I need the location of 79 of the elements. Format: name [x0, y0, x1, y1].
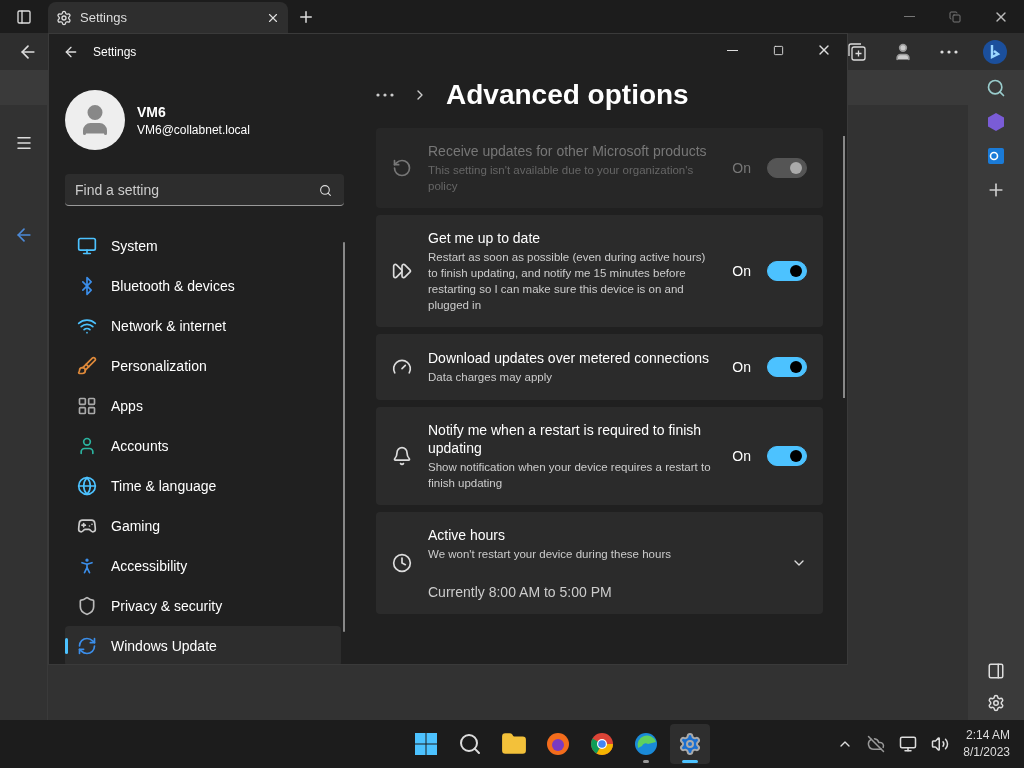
square-plus-icon	[848, 42, 866, 61]
round-app-icon	[545, 732, 570, 756]
nav-item[interactable]: System	[65, 226, 341, 266]
round-app-icon	[633, 732, 658, 756]
gear-icon	[677, 732, 702, 756]
wifi-icon	[77, 316, 97, 336]
grid-icon	[77, 396, 97, 416]
setting-title: Active hours	[428, 526, 507, 544]
toggle-switch[interactable]	[767, 357, 807, 377]
setting-title: Get me up to date	[428, 229, 542, 247]
refresh-icon	[392, 158, 412, 178]
setting-description: Data charges may apply	[428, 370, 553, 385]
setting-description: This setting isn't available due to your organization's policy	[428, 163, 695, 194]
gamepad-icon	[77, 516, 97, 536]
avatar-icon	[893, 41, 913, 62]
setting-title: Download updates over metered connections	[428, 349, 710, 367]
setting-title: Notify me when a restart is required to finish updating	[428, 421, 703, 457]
brush-icon	[77, 356, 97, 376]
search-field[interactable]: Find a setting	[65, 174, 344, 206]
panel-icon	[16, 8, 32, 25]
nav-item[interactable]: Personalization	[65, 346, 341, 386]
gear-icon	[56, 9, 72, 26]
setting-description: Show notification when your device requires a restart to finish updating	[428, 460, 712, 491]
person-icon	[77, 436, 97, 456]
search-icon	[457, 732, 482, 756]
bell-icon	[392, 446, 412, 466]
copilot-button[interactable]	[981, 37, 1009, 66]
toggle-switch[interactable]	[767, 446, 807, 466]
letter-b-logo-icon	[982, 38, 1008, 65]
restore-icon	[949, 10, 961, 23]
toggle-state-label: On	[732, 359, 751, 375]
network-icon[interactable]	[899, 735, 918, 753]
search-icon	[319, 184, 332, 197]
setting-card[interactable]: Active hours We won't restart your device during these hours Currently 8:00 AM to 5:00 PM	[376, 512, 823, 614]
toggle-switch[interactable]	[767, 261, 807, 281]
maximize-icon	[772, 44, 784, 56]
page-title: Advanced options	[446, 79, 689, 111]
nav-item[interactable]: Network & internet	[65, 306, 341, 346]
nav-item[interactable]: Bluetooth & devices	[65, 266, 341, 306]
setting-title: Receive updates for other Microsoft products	[428, 142, 708, 160]
search-icon[interactable]	[986, 78, 1006, 98]
setting-description: Restart as soon as possible (even during active hours) to finish updating, and notify me 15 minutes before restarting so I can make sure this device is on and plugged in	[428, 250, 707, 313]
minimize-icon	[903, 16, 915, 17]
speaker-icon[interactable]	[931, 735, 950, 753]
round-app-icon	[589, 732, 614, 756]
nav-item[interactable]: Privacy & security	[65, 586, 341, 626]
nav-item[interactable]: Accessibility	[65, 546, 341, 586]
toggle-state-label: On	[732, 448, 751, 464]
monitor-icon	[77, 236, 97, 256]
taskbar-button[interactable]	[669, 724, 710, 764]
mail-logo-icon[interactable]	[986, 146, 1006, 166]
clock-icon	[392, 553, 412, 573]
setting-description: We won't restart your device during these hours	[428, 547, 672, 562]
browser-tab[interactable]: Settings	[48, 2, 288, 33]
nav-item[interactable]: Apps	[65, 386, 341, 426]
folder-icon	[500, 731, 527, 757]
settings-icon[interactable]	[987, 694, 1005, 712]
shield-icon	[77, 596, 97, 616]
user-name: VM6	[137, 103, 167, 120]
toggle-state-label: On	[732, 263, 751, 279]
user-email: VM6@collabnet.local	[137, 122, 250, 137]
nav-item[interactable]: Accounts	[65, 426, 341, 466]
nav-item[interactable]: Gaming	[65, 506, 341, 546]
menu-icon	[14, 134, 33, 152]
setting-value: Currently 8:00 AM to 5:00 PM	[428, 584, 613, 600]
window-title: Settings	[93, 45, 137, 59]
fast-forward-icon	[392, 261, 412, 281]
gauge-icon	[392, 357, 412, 377]
nav-item[interactable]: Windows Update	[65, 626, 341, 664]
more-icon[interactable]	[376, 93, 394, 97]
minimize-icon	[726, 49, 738, 51]
nav-item[interactable]: Time & language	[65, 466, 341, 506]
panel-icon[interactable]	[987, 662, 1005, 680]
clock[interactable]: 2:14 AM 8/1/2023	[963, 727, 1016, 761]
sync-icon	[77, 636, 97, 656]
more-icon	[940, 49, 958, 54]
toggle-state-label: On	[732, 160, 751, 176]
cloud-off-icon[interactable]	[867, 735, 886, 753]
four-squares-icon	[413, 732, 438, 756]
